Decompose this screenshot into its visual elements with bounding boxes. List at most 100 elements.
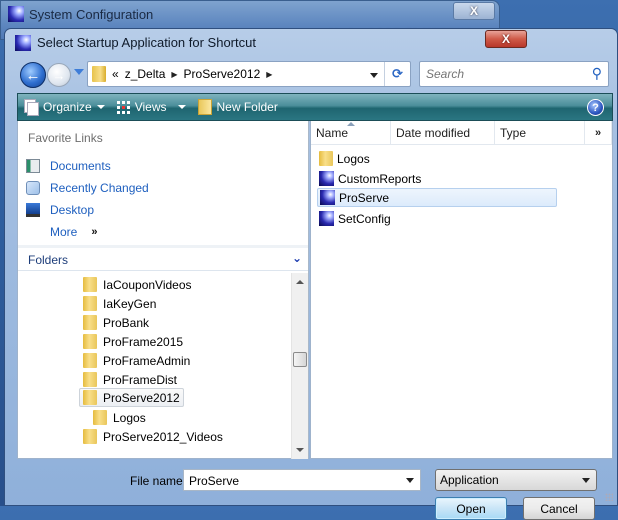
background-close-button[interactable]: X [453, 2, 495, 20]
tree-item-selected[interactable]: ProServe2012 [79, 388, 184, 407]
recent-pages-dropdown[interactable] [74, 69, 84, 75]
folder-icon [83, 334, 97, 349]
folder-icon [93, 410, 107, 425]
tree-item-label: Logos [113, 410, 146, 425]
folder-icon [83, 429, 97, 444]
app-icon [8, 6, 24, 22]
more-label: More [50, 225, 78, 239]
scroll-thumb[interactable] [293, 352, 307, 367]
file-item-selected[interactable]: ProServe [317, 188, 557, 207]
column-label: Date modified [396, 125, 471, 140]
folder-tree-scrollbar[interactable] [291, 273, 308, 459]
tree-item-label: ProServe2012_Videos [103, 429, 223, 444]
refresh-button[interactable]: ⟳ [384, 62, 410, 86]
navigation-pane: Favorite Links Documents Recently Change… [17, 121, 309, 459]
file-name-input[interactable] [187, 473, 387, 489]
file-name-label: File name: [130, 474, 187, 488]
tree-item[interactable]: IaCouponVideos [80, 275, 195, 294]
organize-label: Organize [43, 100, 92, 114]
breadcrumb-separator-icon[interactable]: ▶ [171, 70, 177, 79]
favorite-link-desktop[interactable]: Desktop [26, 201, 94, 219]
file-item-label: SetConfig [338, 211, 391, 226]
file-type-select[interactable]: Application [435, 469, 597, 491]
scroll-down-arrow-icon[interactable] [296, 448, 304, 452]
tree-item[interactable]: ProServe2012_Videos [80, 427, 226, 446]
new-folder-button[interactable]: New Folder [192, 94, 284, 120]
documents-icon [26, 159, 40, 173]
breadcrumb: « z_Delta ▶ ProServe2012 ▶ [112, 67, 272, 81]
tree-item[interactable]: IaKeyGen [80, 294, 159, 313]
chevron-down-icon [582, 478, 590, 483]
tree-item-label: ProFrame2015 [103, 334, 184, 349]
sort-ascending-icon [347, 122, 355, 126]
recently-changed-icon [26, 181, 40, 195]
tree-item[interactable]: ProBank [80, 313, 152, 332]
search-input[interactable] [424, 66, 584, 82]
more-columns-button[interactable]: » [585, 121, 612, 144]
forward-arrow-icon: → [52, 67, 66, 83]
cancel-button[interactable]: Cancel [523, 497, 595, 520]
file-open-dialog: Select Startup Application for Shortcut … [4, 28, 618, 520]
favorite-links-header: Favorite Links [28, 131, 103, 145]
organize-icon [24, 99, 39, 116]
new-folder-icon [197, 99, 212, 115]
tree-item[interactable]: ProFrameDist [80, 370, 180, 389]
new-folder-label: New Folder [216, 100, 278, 114]
column-label: Name [316, 125, 349, 140]
search-box: ⚲ [419, 61, 609, 87]
breadcrumb-item-z-delta[interactable]: z_Delta [125, 67, 166, 81]
application-icon [319, 171, 334, 186]
tree-item[interactable]: ProFrameAdmin [80, 351, 193, 370]
application-icon [319, 211, 334, 226]
tree-item-label: IaCouponVideos [103, 277, 192, 292]
favorite-link-label: Recently Changed [50, 181, 149, 195]
chevron-down-icon [177, 105, 186, 109]
column-header-type[interactable]: Type [495, 121, 585, 144]
breadcrumb-item-proserve2012[interactable]: ProServe2012 [184, 67, 261, 81]
breadcrumb-separator-icon[interactable]: ▶ [266, 70, 272, 79]
file-list-pane: Name Date modified Type » Logos CustomRe… [310, 121, 613, 459]
column-header-date-modified[interactable]: Date modified [391, 121, 495, 144]
column-label: Type [500, 125, 527, 140]
forward-button[interactable]: → [47, 63, 71, 87]
refresh-icon: ⟳ [392, 66, 403, 81]
folder-icon [83, 296, 97, 311]
back-button[interactable]: ← [20, 62, 46, 88]
app-icon [15, 35, 31, 51]
folder-icon [83, 390, 97, 405]
tree-item[interactable]: ProFrame2015 [80, 332, 186, 351]
file-item[interactable]: SetConfig [317, 209, 557, 228]
column-header: Name Date modified Type » [311, 121, 612, 145]
favorite-link-recently-changed[interactable]: Recently Changed [26, 179, 149, 197]
address-history-dropdown[interactable] [370, 73, 378, 78]
tree-item-label: IaKeyGen [103, 296, 157, 311]
file-item-label: ProServe [339, 190, 390, 205]
double-chevron-icon: » [91, 226, 98, 238]
file-name-dropdown-icon[interactable] [406, 478, 414, 483]
folders-toggle[interactable]: Folders ⌄ [18, 245, 308, 271]
help-icon[interactable]: ? [587, 99, 604, 116]
resize-grip[interactable] [605, 493, 613, 501]
favorite-links-more[interactable]: More » [50, 223, 97, 241]
views-button[interactable]: Views [111, 94, 192, 120]
folder-icon [319, 151, 333, 166]
tree-item-label: ProFrameDist [103, 372, 178, 387]
breadcrumb-overflow[interactable]: « [112, 67, 119, 81]
favorite-link-label: Desktop [50, 203, 95, 217]
desktop-icon [26, 203, 40, 217]
close-button[interactable]: X [485, 30, 527, 48]
favorite-link-documents[interactable]: Documents [26, 157, 111, 175]
tree-item[interactable]: Logos [90, 408, 149, 427]
organize-button[interactable]: Organize [18, 94, 111, 120]
folder-icon [83, 277, 97, 292]
open-button[interactable]: Open [435, 497, 507, 520]
search-icon[interactable]: ⚲ [592, 65, 602, 82]
file-item[interactable]: CustomReports [317, 169, 557, 188]
address-bar[interactable]: « z_Delta ▶ ProServe2012 ▶ ⟳ [87, 61, 411, 87]
column-header-name[interactable]: Name [311, 121, 391, 144]
file-item[interactable]: Logos [317, 149, 557, 168]
folder-icon [92, 66, 106, 82]
scroll-up-arrow-icon[interactable] [296, 280, 304, 284]
folder-icon [83, 372, 97, 387]
toolbar: Organize Views New Folder ? [17, 93, 613, 121]
